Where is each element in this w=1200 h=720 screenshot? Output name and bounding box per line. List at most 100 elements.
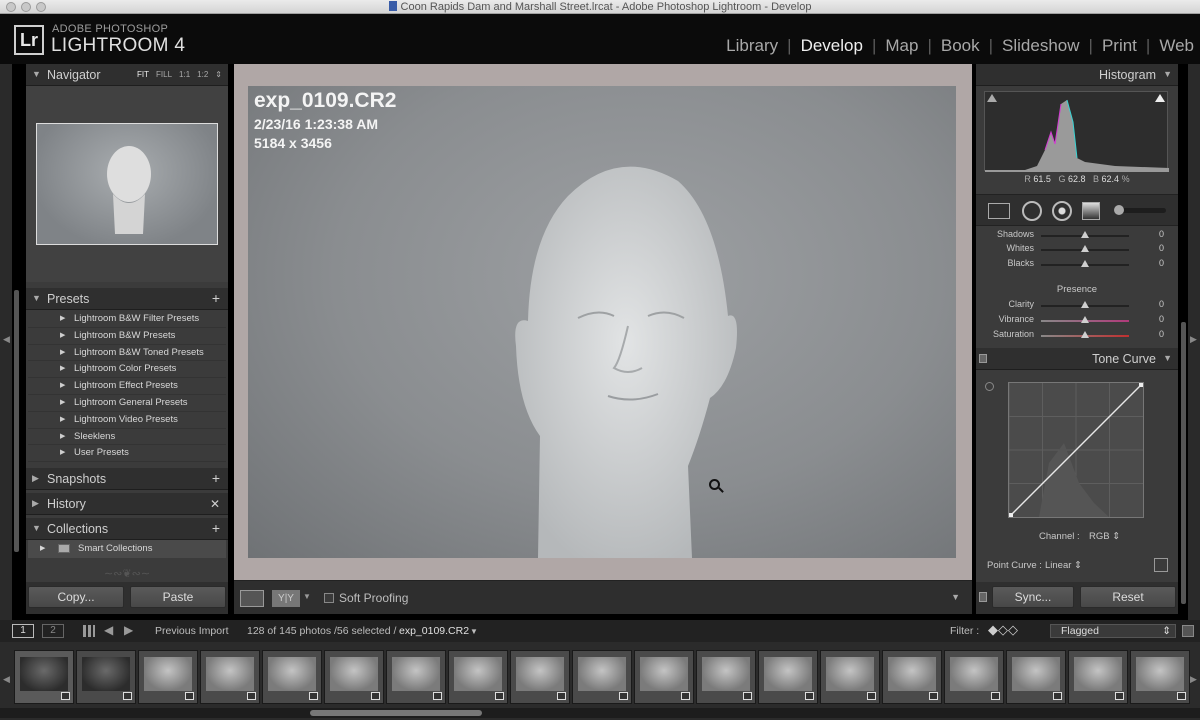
back-arrow-icon[interactable]: ◀ [104,623,113,637]
filmstrip-thumbnail[interactable] [820,650,880,704]
filter-lock-icon[interactable] [1182,625,1194,637]
filmstrip-thumbnail[interactable] [14,650,74,704]
add-preset-icon[interactable]: + [212,290,220,306]
filmstrip-thumbnail[interactable] [1068,650,1128,704]
crop-overlay-icon[interactable] [988,203,1010,219]
preset-folder[interactable]: ▶ Lightroom Effect Presets [28,378,226,395]
before-after-view-icon[interactable]: Y|Y [272,590,300,607]
zoom-fill[interactable]: FILL [156,70,172,79]
add-snapshot-icon[interactable]: + [212,470,220,486]
preset-folder[interactable]: ▶ Lightroom B&W Toned Presets [28,345,226,362]
navigator-thumbnail[interactable] [36,123,218,245]
module-print[interactable]: Print [1102,36,1137,56]
red-eye-icon[interactable] [1052,201,1072,221]
filmstrip-thumbnail[interactable] [758,650,818,704]
main-photo[interactable]: exp_0109.CR2 2/23/16 1:23:38 AM 5184 x 3… [248,86,956,558]
sync-switch-icon[interactable] [979,592,987,602]
view-options-chevron-icon[interactable]: ▼ [303,592,311,601]
filmstrip-thumbnail[interactable] [448,650,508,704]
saturation-slider[interactable]: Saturation 0 [976,328,1178,343]
filter-preset-select[interactable]: Flagged ⇕ [1050,624,1176,638]
filename-chevron-icon[interactable]: ▼ [470,627,478,636]
filmstrip-collapse-left-icon[interactable]: ◀ [3,674,10,685]
history-header[interactable]: ▶ History ✕ [26,493,228,515]
point-curve-select[interactable]: Linear ⇕ [1045,560,1082,571]
blacks-slider[interactable]: Blacks 0 [976,257,1178,272]
sync-button[interactable]: Sync... [992,586,1074,608]
filmstrip-thumbnail[interactable] [882,650,942,704]
whites-slider[interactable]: Whites 0 [976,242,1178,257]
highlight-clipping-icon[interactable] [1155,94,1165,102]
zoom-fit[interactable]: FIT [137,70,149,79]
zoom-1-2[interactable]: 1:2 [197,70,208,79]
preset-folder[interactable]: ▶ User Presets [28,445,226,463]
filmstrip-thumbnail[interactable] [138,650,198,704]
preset-folder[interactable]: ▶ Lightroom B&W Filter Presets [28,311,226,328]
module-develop[interactable]: Develop [801,36,863,56]
loupe-view-icon[interactable] [240,590,264,607]
edit-point-curve-icon[interactable] [1154,558,1168,572]
filmstrip-collapse-right-icon[interactable]: ▶ [1190,674,1197,685]
filmstrip-scrollbar-thumb[interactable] [310,710,482,716]
collections-header[interactable]: ▼ Collections + [26,518,228,540]
main-window-button[interactable]: 1 [12,624,34,638]
filmstrip-scroll-track[interactable] [0,708,1200,718]
filmstrip-thumbnail[interactable] [696,650,756,704]
filmstrip-thumbnail[interactable] [200,650,260,704]
grid-view-icon[interactable] [83,625,95,637]
filmstrip-thumbnail[interactable] [634,650,694,704]
panel-switch-icon[interactable] [979,354,987,363]
filmstrip-thumbnail[interactable] [572,650,632,704]
module-map[interactable]: Map [885,36,918,56]
spot-removal-icon[interactable] [1022,201,1042,221]
channel-select[interactable]: RGB ⇕ [1089,531,1120,542]
clear-history-icon[interactable]: ✕ [210,497,220,511]
collapse-left-icon[interactable]: ◀ [3,334,10,345]
filmstrip-thumbnail[interactable] [1006,650,1066,704]
current-photo-name[interactable]: exp_0109.CR2 [399,625,469,637]
filmstrip-thumbnail[interactable] [510,650,570,704]
module-library[interactable]: Library [726,36,778,56]
reset-button[interactable]: Reset [1080,586,1176,608]
snapshots-header[interactable]: ▶ Snapshots + [26,468,228,490]
tone-curve-header[interactable]: Tone Curve ▼ [976,348,1178,370]
left-panel-scrollbar[interactable] [14,290,19,552]
module-slideshow[interactable]: Slideshow [1002,36,1080,56]
secondary-window-button[interactable]: 2 [42,624,64,638]
graduated-filter-icon[interactable] [1082,202,1100,220]
preset-folder[interactable]: ▶ Lightroom General Presets [28,395,226,412]
histogram-header[interactable]: Histogram ▼ [976,64,1178,86]
tone-curve-graph[interactable] [1008,382,1144,518]
toolbar-menu-chevron-icon[interactable]: ▼ [951,592,960,602]
shadow-clipping-icon[interactable] [987,94,997,102]
preset-folder[interactable]: ▶ Sleeklens [28,429,226,446]
filmstrip-thumbnail[interactable] [262,650,322,704]
navigator-header[interactable]: ▼ Navigator FIT FILL 1:1 1:2 ⇕ [26,64,228,86]
smart-collections-item[interactable]: ▶ Smart Collections [28,540,226,558]
filmstrip-thumbnail[interactable] [386,650,446,704]
module-web[interactable]: Web [1159,36,1194,56]
soft-proofing-checkbox[interactable] [324,593,334,603]
shadows-slider[interactable]: Shadows 0 [976,228,1178,243]
filmstrip-thumbnail[interactable] [1130,650,1190,704]
add-collection-icon[interactable]: + [212,520,220,536]
targeted-adjustment-icon[interactable] [985,382,994,391]
collapse-right-icon[interactable]: ▶ [1190,334,1197,345]
preset-folder[interactable]: ▶ Lightroom Color Presets [28,361,226,379]
filmstrip-thumbnail[interactable] [944,650,1004,704]
preset-folder[interactable]: ▶ Lightroom Video Presets [28,412,226,429]
module-book[interactable]: Book [941,36,980,56]
presets-header[interactable]: ▼ Presets + [26,288,228,310]
filmstrip-source[interactable]: Previous Import [155,625,229,637]
clarity-slider[interactable]: Clarity 0 [976,298,1178,313]
zoom-stepper-icon[interactable]: ⇕ [215,70,222,79]
forward-arrow-icon[interactable]: ▶ [124,623,133,637]
flag-filter-icons[interactable]: ◆◇◇ [988,622,1018,638]
copy-settings-button[interactable]: Copy... [28,586,124,608]
zoom-1-1[interactable]: 1:1 [179,70,190,79]
paste-settings-button[interactable]: Paste [130,586,226,608]
preset-folder[interactable]: ▶ Lightroom B&W Presets [28,328,226,345]
filmstrip-thumbnail[interactable] [324,650,384,704]
vibrance-slider[interactable]: Vibrance 0 [976,313,1178,328]
filmstrip-thumbnail[interactable] [76,650,136,704]
